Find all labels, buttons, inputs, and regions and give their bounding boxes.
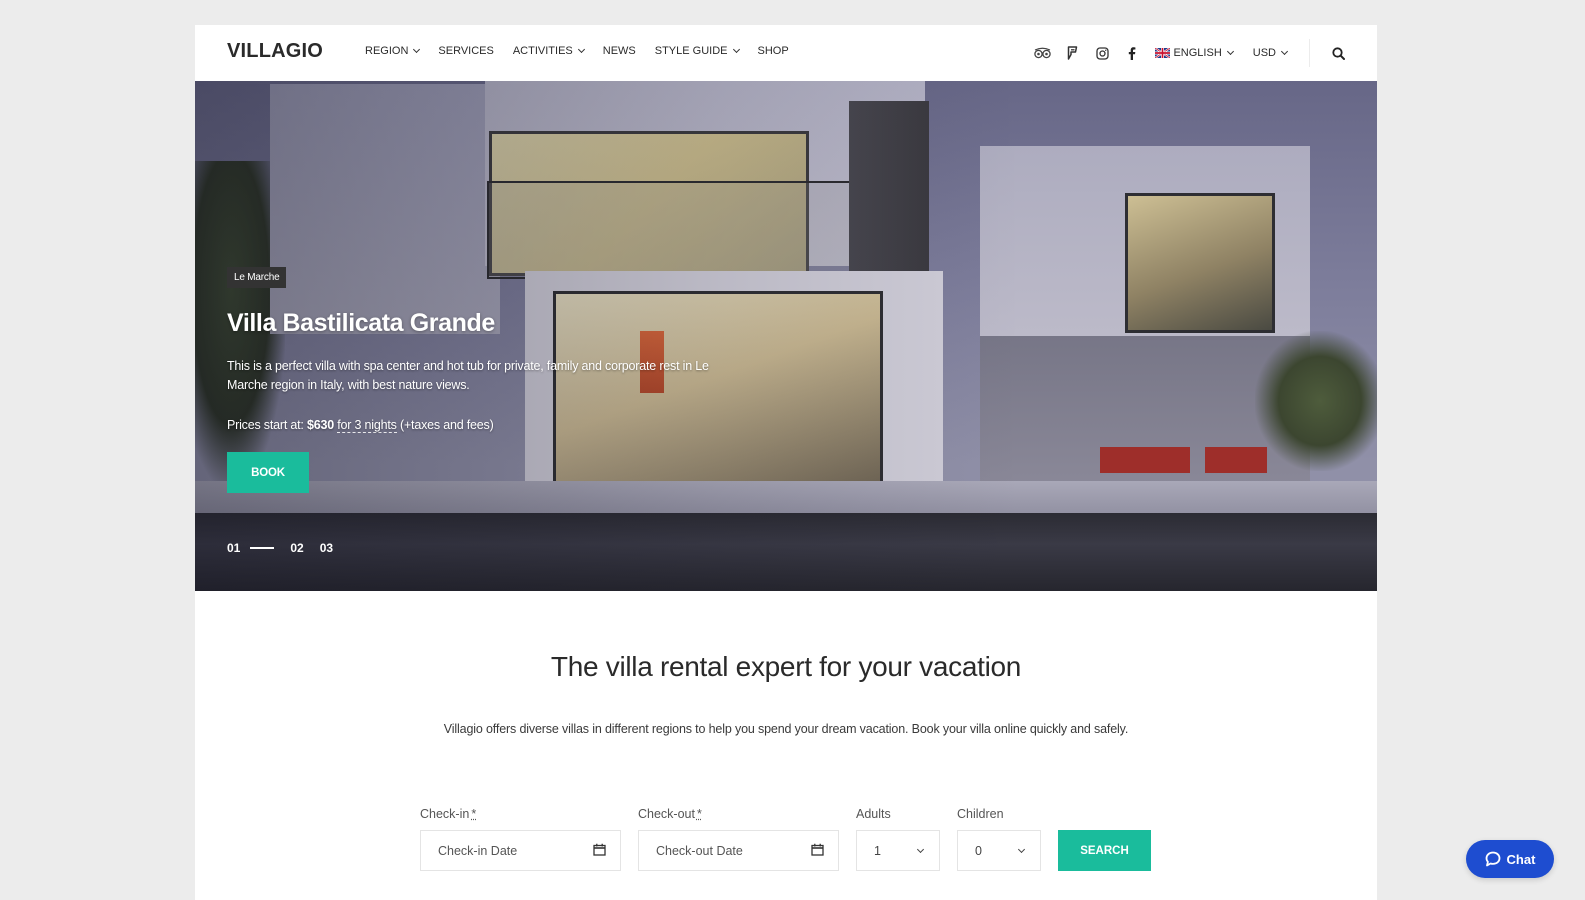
chat-button[interactable]: Chat [1466,840,1554,878]
checkout-label-text: Check-out [638,807,695,821]
price-prefix: Prices start at: [227,418,304,432]
chevron-down-icon [1280,47,1289,56]
adults-value: 1 [874,843,881,858]
adults-select[interactable]: 1 [856,830,940,871]
calendar-icon[interactable] [593,843,606,859]
checkout-field: Check-out * Check-out Date [638,807,839,871]
instagram-icon[interactable] [1093,44,1111,62]
tripadvisor-icon[interactable] [1033,44,1051,62]
nav-item-label: NEWS [602,45,636,57]
checkin-field: Check-in * Check-in Date [420,807,621,871]
adults-field: Adults 1 [856,807,940,871]
children-field: Children 0 [957,807,1041,871]
checkin-date-input[interactable]: Check-in Date [420,830,621,871]
chevron-down-icon [1017,845,1026,853]
chevron-down-icon [1226,47,1234,56]
language-selector[interactable]: ENGLISH [1155,47,1234,59]
currency-selector[interactable]: USD [1252,47,1289,59]
search-icon[interactable] [1332,46,1345,60]
nav-item-news[interactable]: NEWS [603,45,636,57]
nav-item-label: ACTIVITIES [512,45,573,57]
checkin-label-text: Check-in [420,807,470,821]
calendar-icon[interactable] [811,843,824,859]
nav-item-activities[interactable]: ACTIVITIES [512,45,585,57]
main-nav: REGION SERVICES ACTIVITIES NEWS STYLE GU… [365,45,808,57]
nav-item-label: SERVICES [438,45,494,57]
children-value: 0 [975,843,982,858]
site-header: VILLAGIO REGION SERVICES ACTIVITIES NEWS… [195,25,1377,81]
nav-item-shop[interactable]: SHOP [758,45,789,57]
active-slide-indicator [250,547,275,549]
chevron-down-icon [413,45,421,54]
nav-item-region[interactable]: REGION [365,45,421,57]
required-mark: * [471,807,477,821]
foursquare-icon[interactable] [1063,44,1081,62]
facebook-icon[interactable] [1123,44,1141,62]
checkout-date-input[interactable]: Check-out Date [638,830,839,871]
region-tag[interactable]: Le Marche [227,267,287,288]
language-label: ENGLISH [1173,47,1222,59]
chevron-down-icon [577,45,585,54]
search-button[interactable]: SEARCH [1058,830,1151,871]
nav-item-services[interactable]: SERVICES [438,45,493,57]
section-description: Villagio offers diverse villas in differ… [443,722,1129,736]
book-button[interactable]: BOOK [227,452,309,493]
price-period: for 3 nights [337,418,397,433]
slide-2-button[interactable]: 02 [290,541,303,555]
children-label: Children [957,807,1004,821]
price-value: $630 [306,418,334,432]
social-links [1021,44,1141,62]
checkout-label: Check-out * [638,807,839,821]
hero-description: This is a perfect villa with spa center … [227,359,709,392]
hero-slider: Le Marche Villa Bastilicata Grande This … [195,81,1377,591]
hero-content: Le Marche Villa Bastilicata Grande This … [227,267,727,493]
nav-item-style-guide[interactable]: STYLE GUIDE [654,45,740,57]
header-divider [1309,39,1310,67]
adults-label: Adults [856,807,891,821]
page-container: VILLAGIO REGION SERVICES ACTIVITIES NEWS… [195,25,1377,900]
price-suffix: (+taxes and fees) [400,418,494,432]
site-logo[interactable]: VILLAGIO [227,40,323,63]
required-mark: * [696,807,702,821]
slider-pagination: 01 02 03 [227,541,333,555]
nav-item-label: SHOP [757,45,789,57]
header-tools: ENGLISH USD [1021,39,1345,67]
chevron-down-icon [916,845,925,853]
slide-3-button[interactable]: 03 [320,541,333,555]
slide-1-button[interactable]: 01 [227,541,240,555]
availability-search-form: Check-in * Check-in Date Check-out * Check… [420,807,1151,871]
chat-label: Chat [1506,851,1536,867]
checkout-placeholder: Check-out Date [656,843,743,858]
hero-title: Villa Bastilicata Grande [227,309,495,337]
checkin-placeholder: Check-in Date [438,843,518,858]
chevron-down-icon [732,45,740,54]
nav-item-label: REGION [365,45,409,57]
checkin-label: Check-in * [420,807,621,821]
uk-flag-icon [1155,48,1171,58]
currency-label: USD [1252,47,1276,59]
nav-item-label: STYLE GUIDE [654,45,728,57]
section-title: The villa rental expert for your vacatio… [550,651,1022,682]
children-select[interactable]: 0 [957,830,1041,871]
chat-bubble-icon [1485,851,1500,867]
hero-price: Prices start at: $630 for 3 nights (+tax… [227,418,727,433]
